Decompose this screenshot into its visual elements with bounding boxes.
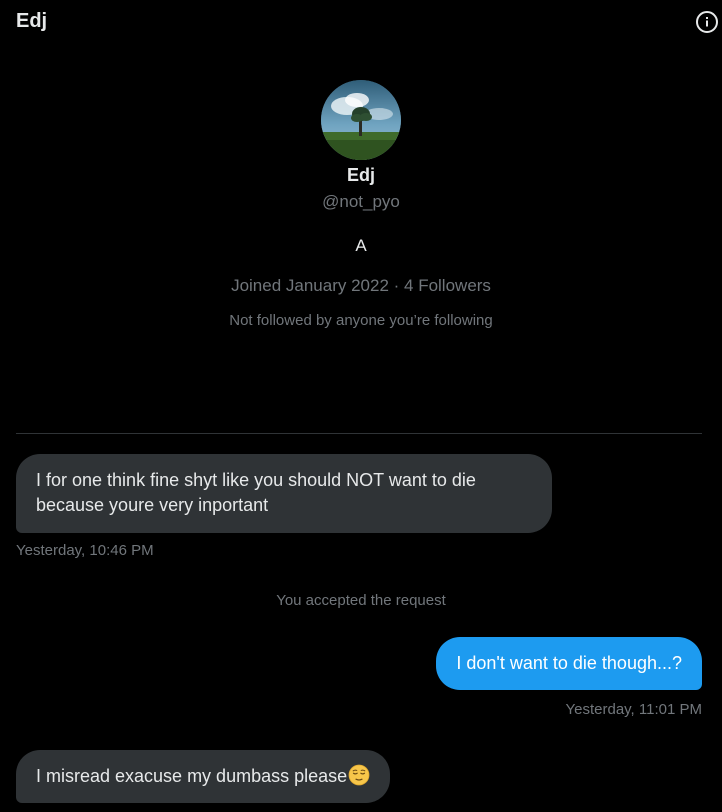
message-bubble-received[interactable]: I misread exacuse my dumbass please (16, 750, 391, 803)
meta-separator: · (388, 276, 405, 295)
message-bubble-sent[interactable]: I don't want to die though...? (436, 637, 702, 690)
conversation-title: Edj (16, 10, 48, 32)
message-text: I don't want to die though...? (456, 653, 682, 673)
divider (16, 433, 702, 434)
profile-summary: Edj @not_pyo A Joined January 2022 · 4 F… (0, 80, 722, 331)
info-glyph (706, 17, 708, 27)
avatar-image (321, 80, 401, 160)
followers-link[interactable]: 4 Followers (404, 276, 491, 295)
profile-bio: A (355, 236, 367, 255)
message-timestamp: Yesterday, 10:46 PM (16, 542, 154, 559)
follow-note: Not followed by anyone you’re following (229, 312, 493, 329)
message-text: I for one think fine shyt like you shoul… (36, 470, 476, 515)
avatar[interactable] (321, 80, 401, 160)
profile-name[interactable]: Edj (0, 164, 722, 186)
conversation-header: Edj (0, 0, 722, 48)
message-bubble-received[interactable]: I for one think fine shyt like you shoul… (16, 454, 552, 533)
message-text: I misread exacuse my dumbass please (36, 766, 348, 786)
system-note: You accepted the request (276, 592, 446, 609)
info-icon[interactable] (696, 11, 718, 33)
message-timestamp: Yesterday, 11:01 PM (565, 701, 702, 718)
relieved-face-emoji (348, 764, 370, 786)
dm-conversation: Edj Edj @not_pyo A Joined January 2022 ·… (0, 0, 722, 812)
profile-handle[interactable]: @not_pyo (0, 191, 722, 213)
joined-date: Joined January 2022 (231, 276, 389, 295)
profile-meta: Joined January 2022 · 4 Followers (0, 275, 722, 297)
